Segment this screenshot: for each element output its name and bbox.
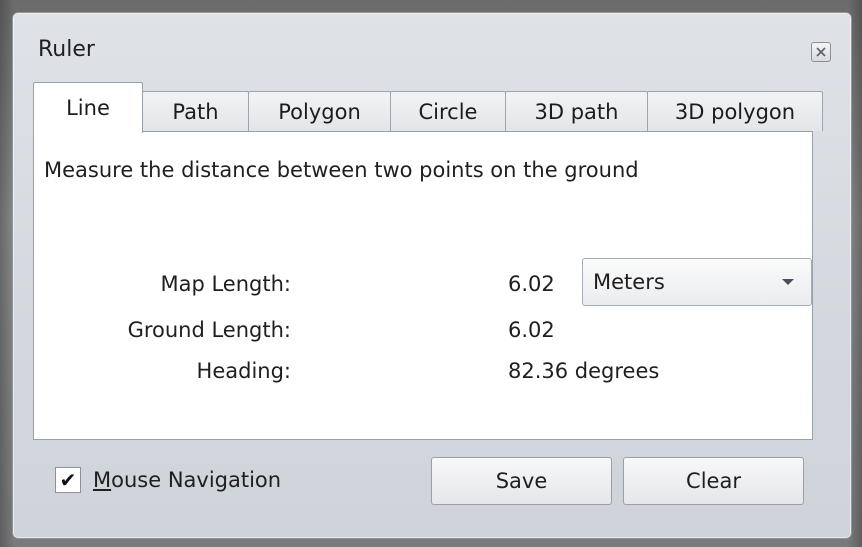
tab-bar: Line Path Polygon Circle 3D path 3D poly… [33,82,823,133]
checkmark-icon: ✔ [59,468,77,492]
panel-description: Measure the distance between two points … [44,158,639,182]
map-length-value: 6.02 [508,272,555,296]
mouse-navigation-checkbox[interactable]: ✔ [55,467,81,493]
chevron-down-icon [773,272,803,292]
tab-path[interactable]: Path [142,91,249,131]
heading-value: 82.36 degrees [508,359,660,383]
title-bar[interactable]: Ruler [13,13,851,83]
close-icon [815,46,827,58]
tab-3d-path[interactable]: 3D path [505,91,648,131]
tab-3d-polygon[interactable]: 3D polygon [647,91,823,131]
clear-button[interactable]: Clear [623,457,804,505]
close-button[interactable] [811,42,831,62]
map-length-label: Map Length: [160,272,291,296]
save-button[interactable]: Save [431,457,612,505]
heading-label: Heading: [196,359,291,383]
mouse-navigation-option[interactable]: ✔ Mouse Navigation [55,467,281,493]
unit-select-value: Meters [593,270,665,294]
line-tab-panel: Measure the distance between two points … [33,131,813,440]
tab-circle[interactable]: Circle [390,91,506,131]
tab-polygon[interactable]: Polygon [248,91,391,131]
ground-length-label: Ground Length: [127,318,291,342]
tab-line[interactable]: Line [33,82,143,133]
mouse-navigation-label[interactable]: Mouse Navigation [93,468,281,492]
ground-length-value: 6.02 [508,318,555,342]
window-title: Ruler [38,37,95,62]
unit-select[interactable]: Meters [582,258,812,306]
